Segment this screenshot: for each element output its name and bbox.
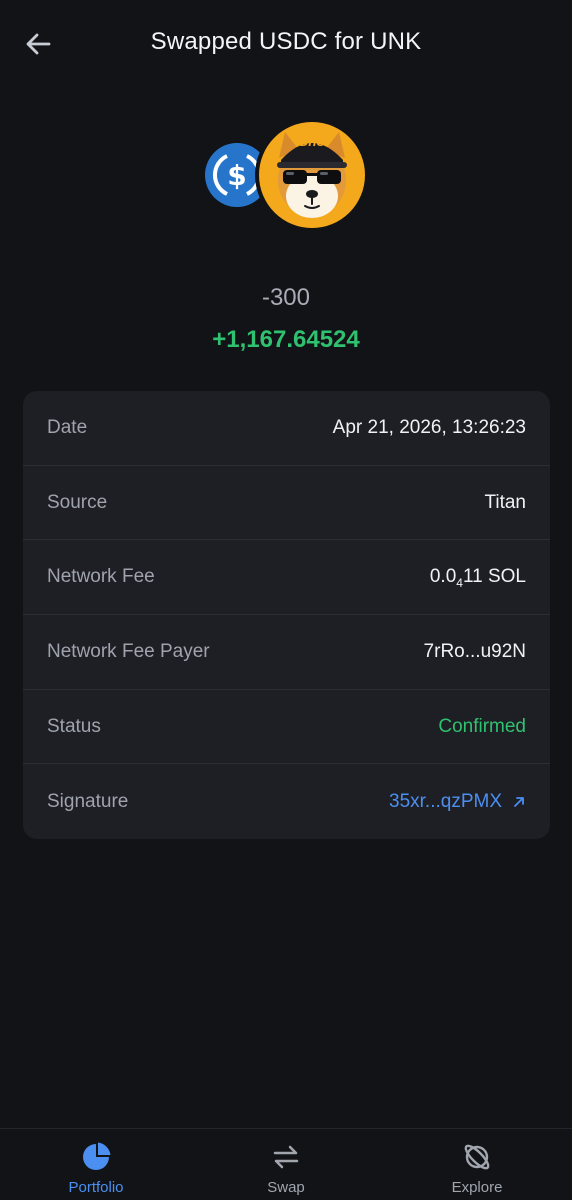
network-fee-main: 0.0 [429,566,457,588]
detail-row-status: Status Confirmed [23,690,550,765]
network-fee-rest: 11 SOL [462,566,526,588]
transaction-detail-screen: Swapped USDC for UNK $ DHC -300 +1,167.6… [0,0,572,1200]
page-title: Swapped USDC for UNK [150,28,422,55]
external-link-icon [514,796,524,807]
network-fee-label: Network Fee [47,566,155,588]
nav-swap-label: Swap [267,1179,305,1196]
token-pair-icons: $ DHC [0,118,572,238]
sent-amount: -300 [261,284,311,311]
detail-row-date: Date Apr 21, 2026, 13:26:23 [23,391,550,466]
date-label: Date [47,416,88,438]
nav-portfolio-label: Portfolio [68,1179,124,1196]
signature-value: 35xr...qzPMX [389,790,502,812]
dhc-badge-text: DHC [300,138,325,149]
date-value: Apr 21, 2026, 13:26:23 [332,416,526,438]
network-fee-value: 0.0411 SOL [429,566,526,591]
source-label: Source [47,491,108,513]
header: Swapped USDC for UNK [0,0,572,88]
status-value: Confirmed [438,715,526,737]
dhc-dog-token-icon: DHC [255,118,369,232]
fee-payer-value: 7rRo...u92N [423,640,526,662]
fee-payer-label: Network Fee Payer [47,640,210,662]
nav-portfolio[interactable]: Portfolio [36,1129,156,1200]
detail-row-source: Source Titan [23,466,550,541]
bottom-nav: Portfolio Swap Explore [0,1128,572,1200]
transaction-details-card: Date Apr 21, 2026, 13:26:23 Source Titan… [23,391,550,839]
status-label: Status [47,715,101,737]
swap-arrows-icon [273,1145,299,1169]
nav-explore-label: Explore [451,1179,503,1196]
detail-row-network-fee: Network Fee 0.0411 SOL [23,540,550,616]
pie-chart-icon [83,1142,111,1170]
detail-row-signature: Signature 35xr...qzPMX [23,764,550,839]
nav-swap[interactable]: Swap [226,1129,346,1200]
svg-text:$: $ [227,159,246,192]
network-fee-zero-count: 4 [456,576,463,591]
nav-explore[interactable]: Explore [417,1129,537,1200]
detail-row-fee-payer: Network Fee Payer 7rRo...u92N [23,615,550,690]
signature-label: Signature [47,790,129,812]
received-amount: +1,167.64524 [212,326,360,353]
signature-link[interactable]: 35xr...qzPMX [389,791,526,813]
source-value: Titan [484,491,526,513]
planet-icon [464,1144,490,1170]
